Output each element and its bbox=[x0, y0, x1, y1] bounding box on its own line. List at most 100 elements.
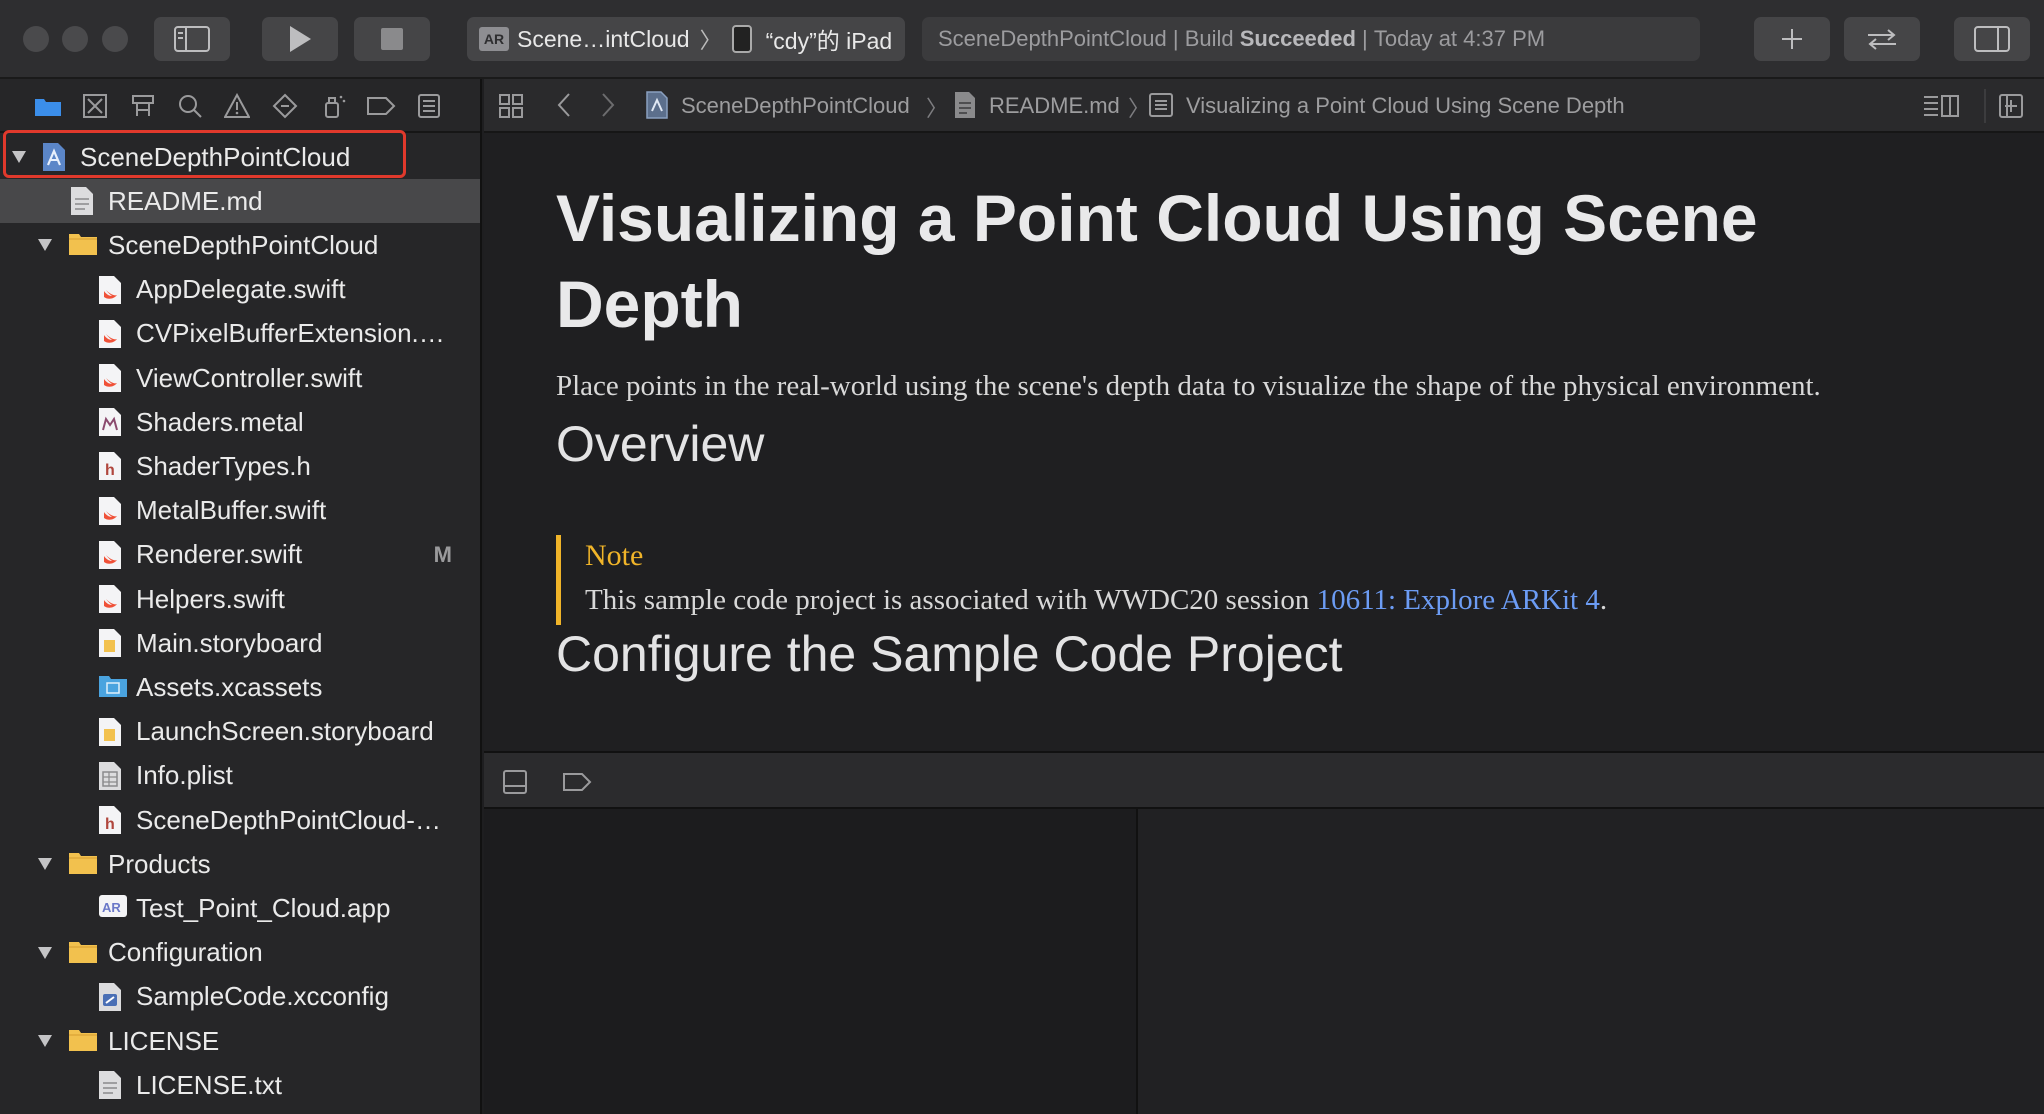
code-review-button[interactable] bbox=[1844, 17, 1920, 61]
close-window-button[interactable] bbox=[23, 26, 49, 52]
console-view[interactable] bbox=[1138, 809, 2044, 1114]
folder-icon bbox=[35, 99, 61, 116]
header-file-icon: h bbox=[98, 805, 122, 835]
chevron-left-icon bbox=[557, 93, 570, 117]
navigator-file-row[interactable]: LICENSE.txt bbox=[0, 1063, 480, 1107]
panel-bottom-icon bbox=[503, 770, 527, 794]
navigator-file-row[interactable]: Assets.xcassets bbox=[0, 665, 480, 709]
navigator-file-row[interactable]: LaunchScreen.storyboard bbox=[0, 710, 480, 754]
text-document-icon bbox=[98, 1070, 122, 1100]
storyboard-file-icon bbox=[98, 628, 122, 658]
editor-options-icon bbox=[1924, 95, 1959, 117]
tab-source-control[interactable] bbox=[80, 92, 110, 120]
add-editor-icon bbox=[1999, 94, 2023, 118]
spray-can-icon bbox=[325, 95, 346, 118]
warning-icon bbox=[224, 93, 250, 118]
breakpoints-toggle-button[interactable] bbox=[562, 771, 592, 798]
project-file-icon bbox=[646, 91, 668, 125]
hide-debug-area-button[interactable] bbox=[502, 769, 528, 800]
folder-icon bbox=[68, 938, 97, 968]
navigator-item-label: ViewController.swift bbox=[136, 362, 363, 393]
navigator-file-row[interactable]: Renderer.swift M bbox=[0, 533, 480, 577]
navigator-group-row[interactable]: Products bbox=[0, 842, 480, 886]
navigator-file-row[interactable]: ViewController.swift bbox=[0, 356, 480, 400]
minimize-window-button[interactable] bbox=[62, 26, 88, 52]
navigator-file-row[interactable]: Helpers.swift bbox=[0, 577, 480, 621]
navigator-group-row[interactable]: LICENSE bbox=[0, 1019, 480, 1063]
navigator-file-row[interactable]: Shaders.metal bbox=[0, 400, 480, 444]
navigator-item-label: Renderer.swift bbox=[136, 539, 303, 570]
markdown-preview: Visualizing a Point Cloud Using Scene De… bbox=[484, 135, 2044, 751]
play-icon bbox=[290, 26, 311, 52]
navigator-file-row[interactable]: CVPixelBufferExtension.… bbox=[0, 312, 480, 356]
jump-bar-divider bbox=[1984, 89, 1986, 123]
disclosure-triangle-icon[interactable] bbox=[36, 236, 54, 254]
related-items-button[interactable] bbox=[498, 93, 524, 125]
stop-button[interactable] bbox=[354, 17, 430, 61]
library-button[interactable] bbox=[1754, 17, 1830, 61]
modified-badge: M bbox=[433, 541, 452, 567]
tab-project-navigator[interactable] bbox=[33, 92, 63, 120]
navigator-file-row[interactable]: AR Test_Point_Cloud.app bbox=[0, 886, 480, 930]
zoom-window-button[interactable] bbox=[102, 26, 128, 52]
navigator-item-label: README.md bbox=[108, 185, 263, 216]
back-button[interactable] bbox=[556, 92, 572, 124]
forward-button[interactable] bbox=[600, 92, 616, 124]
breakpoint-icon bbox=[367, 97, 396, 115]
navigator-file-row[interactable]: Info.plist bbox=[0, 754, 480, 798]
navigator-group-row[interactable]: SceneDepthPointCloud bbox=[0, 223, 480, 267]
disclosure-triangle-icon[interactable] bbox=[36, 855, 54, 873]
navigator-item-label: Assets.xcassets bbox=[136, 671, 323, 702]
plist-file-icon bbox=[98, 761, 122, 791]
metal-file-icon bbox=[98, 407, 122, 437]
navigator-item-label: SceneDepthPointCloud-… bbox=[136, 804, 441, 835]
disclosure-triangle-icon[interactable] bbox=[36, 1032, 54, 1050]
tab-test-navigator[interactable] bbox=[270, 92, 300, 120]
navigator-file-row[interactable]: MetalBuffer.swift bbox=[0, 489, 480, 533]
breadcrumb-section[interactable]: Visualizing a Point Cloud Using Scene De… bbox=[1186, 93, 1625, 119]
document-icon bbox=[954, 91, 976, 125]
run-button[interactable] bbox=[262, 17, 338, 61]
session-link[interactable]: 10611: Explore ARKit 4 bbox=[1317, 584, 1600, 616]
editor-options-button[interactable] bbox=[1922, 94, 1960, 124]
source-control-icon bbox=[83, 94, 107, 118]
navigator-item-label: AppDelegate.swift bbox=[136, 274, 346, 305]
toggle-navigator-button[interactable] bbox=[154, 17, 230, 61]
folder-icon bbox=[68, 230, 97, 260]
disclosure-triangle-icon[interactable] bbox=[36, 944, 54, 962]
folder-icon bbox=[68, 1026, 97, 1056]
tab-debug-navigator[interactable] bbox=[318, 92, 348, 120]
note-body: This sample code project is associated w… bbox=[585, 577, 1856, 623]
navigator-file-row[interactable]: AppDelegate.swift bbox=[0, 268, 480, 312]
navigator-item-label: ShaderTypes.h bbox=[136, 450, 311, 481]
add-editor-button[interactable] bbox=[1998, 93, 2024, 125]
tab-symbol-navigator[interactable] bbox=[128, 92, 158, 120]
swift-file-icon bbox=[98, 540, 122, 570]
navigator-file-row[interactable]: README.md bbox=[0, 179, 480, 224]
navigator-file-row[interactable]: h ShaderTypes.h bbox=[0, 444, 480, 488]
swift-file-icon bbox=[98, 496, 122, 526]
tab-find-navigator[interactable] bbox=[175, 92, 205, 120]
breadcrumb-project[interactable]: SceneDepthPointCloud bbox=[681, 93, 910, 119]
debug-area bbox=[484, 809, 2044, 1114]
tab-report-navigator[interactable] bbox=[414, 92, 444, 120]
ipad-device-icon bbox=[731, 25, 752, 53]
tab-issue-navigator[interactable] bbox=[222, 92, 252, 120]
navigator-file-row[interactable]: Main.storyboard bbox=[0, 621, 480, 665]
activity-separator: | bbox=[1362, 26, 1368, 51]
toggle-inspector-button[interactable] bbox=[1954, 17, 2030, 61]
navigator-file-row[interactable]: h SceneDepthPointCloud-… bbox=[0, 798, 480, 842]
grid-icon bbox=[499, 94, 523, 118]
navigator-group-row[interactable]: Configuration bbox=[0, 931, 480, 975]
svg-text:h: h bbox=[105, 462, 115, 479]
navigator-file-row[interactable]: SampleCode.xcconfig bbox=[0, 975, 480, 1019]
variables-view[interactable] bbox=[484, 809, 1136, 1114]
navigator-item-label: LaunchScreen.storyboard bbox=[136, 716, 434, 747]
breadcrumb-separator-icon: 〉 bbox=[1128, 96, 1151, 121]
scheme-selector[interactable]: AR Scene…intCloud 〉 “cdy”的 iPad bbox=[467, 17, 905, 61]
svg-text:h: h bbox=[105, 816, 115, 833]
breadcrumb-separator-icon: 〉 bbox=[926, 96, 949, 121]
breadcrumb-file[interactable]: README.md bbox=[989, 93, 1120, 119]
tab-breakpoint-navigator[interactable] bbox=[366, 92, 396, 120]
run-destination[interactable]: “cdy”的 iPad bbox=[766, 22, 893, 56]
